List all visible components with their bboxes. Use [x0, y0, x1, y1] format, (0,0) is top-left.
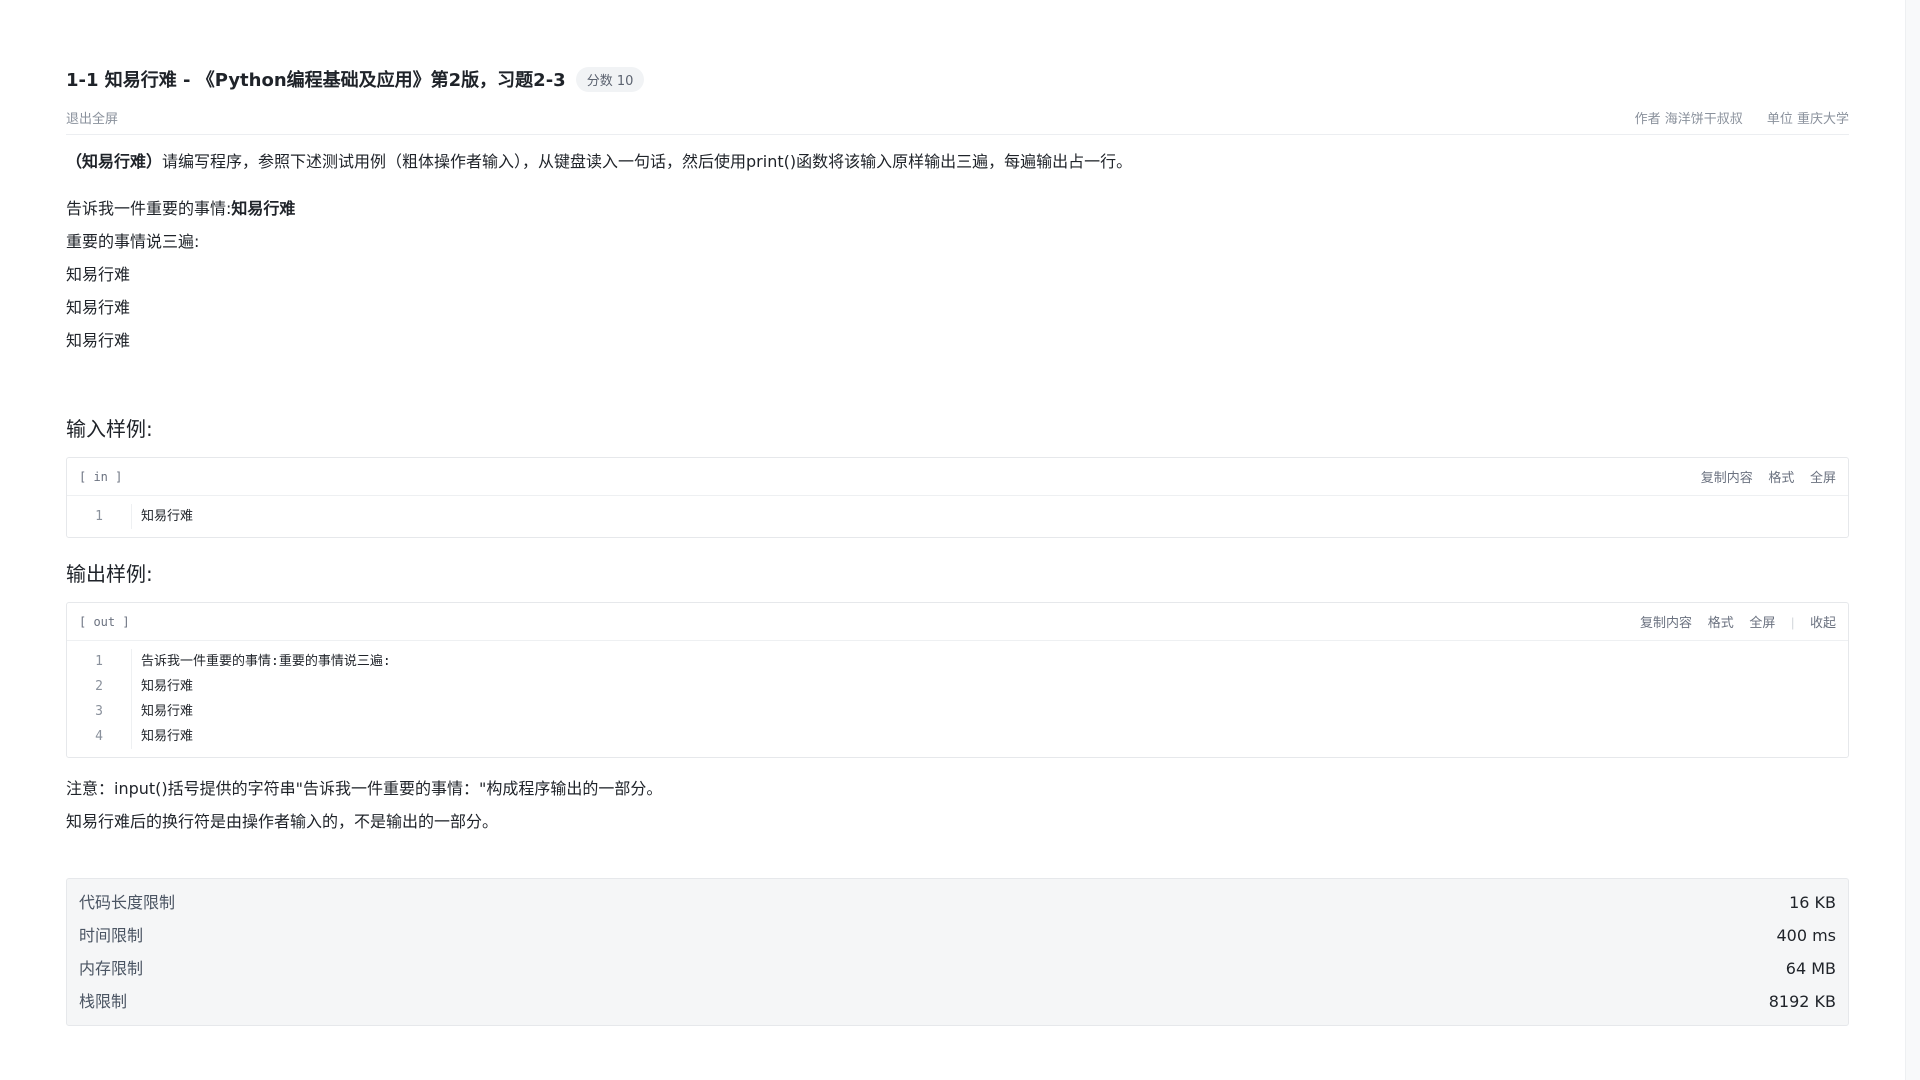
limit-label: 内存限制: [79, 959, 144, 978]
note-line: 知易行难后的换行符是由操作者输入的，不是输出的一部分。: [66, 812, 499, 831]
limit-label: 时间限制: [79, 926, 144, 945]
line-number: 1: [95, 509, 103, 524]
example-line: 告诉我一件重要的事情:知易行难: [66, 198, 1849, 231]
format-button[interactable]: 格式: [1768, 470, 1794, 485]
input-sample-body: 1 知易行难: [67, 496, 1848, 537]
limit-row: 内存限制 64 MB: [79, 952, 1836, 985]
output-sample-tag: [ out ]: [79, 614, 130, 629]
code-line: 知易行难: [141, 704, 194, 719]
input-sample-actions: 复制内容 格式 全屏: [1689, 467, 1836, 486]
line-number: 4: [95, 729, 103, 744]
limit-row: 时间限制 400 ms: [79, 919, 1836, 952]
line-number: 1: [95, 654, 103, 669]
output-sample-actions: 复制内容 格式 全屏 | 收起: [1628, 612, 1836, 631]
unit-info: 单位 重庆大学: [1766, 111, 1849, 127]
input-sample-header: [ in ] 复制内容 格式 全屏: [67, 458, 1848, 496]
code-lines: 知易行难: [132, 504, 193, 529]
limit-value: 16 KB: [1789, 893, 1836, 912]
copy-content-button[interactable]: 复制内容: [1701, 470, 1753, 485]
fullscreen-button[interactable]: 全屏: [1749, 615, 1775, 630]
author-info: 作者 海洋饼干叔叔: [1634, 111, 1743, 127]
input-sample-box: [ in ] 复制内容 格式 全屏 1 知易行难: [66, 457, 1849, 538]
output-sample-header: [ out ] 复制内容 格式 全屏 | 收起: [67, 603, 1848, 641]
example-user-input: 知易行难: [231, 199, 296, 218]
fullscreen-button[interactable]: 全屏: [1810, 470, 1836, 485]
line-number: 2: [95, 679, 103, 694]
code-line: 知易行难: [141, 509, 194, 524]
note-line: 注意：input()括号提供的字符串"告诉我一件重要的事情："构成程序输出的一部…: [66, 779, 663, 798]
input-sample-tag: [ in ]: [79, 469, 123, 484]
limits-panel: 代码长度限制 16 KB 时间限制 400 ms 内存限制 64 MB 栈限制 …: [66, 878, 1849, 1026]
exit-fullscreen-link[interactable]: 退出全屏: [66, 108, 118, 127]
example-line: 知易行难: [66, 298, 131, 317]
meta-row: 退出全屏 作者 海洋饼干叔叔 单位 重庆大学: [66, 104, 1849, 135]
output-sample-box: [ out ] 复制内容 格式 全屏 | 收起 1 2 3 4 告诉我一件重要的…: [66, 602, 1849, 758]
code-line: 知易行难: [141, 729, 194, 744]
line-number-gutter: 1: [67, 504, 132, 529]
meta-info: 作者 海洋饼干叔叔 单位 重庆大学: [1615, 108, 1849, 127]
limit-value: 400 ms: [1776, 926, 1836, 945]
code-line: 知易行难: [141, 679, 194, 694]
divider: |: [1790, 615, 1795, 630]
description-bold-prefix: （知易行难）: [66, 152, 163, 171]
example-line: 重要的事情说三遍:: [66, 232, 200, 251]
input-sample-heading: 输入样例:: [66, 417, 153, 441]
limit-row: 代码长度限制 16 KB: [79, 886, 1836, 919]
problem-content: 1-1 知易行难 - 《Python编程基础及应用》第2版，习题2-3 分数 1…: [66, 64, 1849, 1026]
format-button[interactable]: 格式: [1708, 615, 1734, 630]
title-row: 1-1 知易行难 - 《Python编程基础及应用》第2版，习题2-3 分数 1…: [66, 64, 1849, 94]
example-line: 知易行难: [66, 265, 131, 284]
limit-row: 栈限制 8192 KB: [79, 985, 1836, 1018]
limit-value: 64 MB: [1785, 959, 1836, 978]
vertical-scrollbar[interactable]: [1905, 0, 1920, 1080]
example-prompt: 告诉我一件重要的事情:: [66, 199, 232, 218]
example-run: 告诉我一件重要的事情:知易行难 重要的事情说三遍: 知易行难 知易行难 知易行难: [66, 198, 1849, 363]
limit-label: 代码长度限制: [79, 893, 176, 912]
collapse-button[interactable]: 收起: [1810, 615, 1836, 630]
description-text: 请编写程序，参照下述测试用例（粗体操作者输入），从键盘读入一句话，然后使用pri…: [162, 152, 1133, 171]
output-sample-heading: 输出样例:: [66, 562, 153, 586]
example-line: 知易行难: [66, 331, 131, 350]
limit-label: 栈限制: [79, 992, 128, 1011]
code-lines: 告诉我一件重要的事情:重要的事情说三遍: 知易行难 知易行难 知易行难: [132, 649, 391, 749]
notes: 注意：input()括号提供的字符串"告诉我一件重要的事情："构成程序输出的一部…: [66, 772, 1849, 838]
problem-description: （知易行难）请编写程序，参照下述测试用例（粗体操作者输入），从键盘读入一句话，然…: [66, 151, 1849, 173]
line-number-gutter: 1 2 3 4: [67, 649, 132, 749]
code-line: 告诉我一件重要的事情:重要的事情说三遍:: [141, 654, 391, 669]
limit-value: 8192 KB: [1768, 992, 1836, 1011]
line-number: 3: [95, 704, 103, 719]
problem-title: 1-1 知易行难 - 《Python编程基础及应用》第2版，习题2-3: [66, 70, 566, 91]
problem-page: 1-1 知易行难 - 《Python编程基础及应用》第2版，习题2-3 分数 1…: [0, 0, 1920, 1080]
output-sample-body: 1 2 3 4 告诉我一件重要的事情:重要的事情说三遍: 知易行难 知易行难 知…: [67, 641, 1848, 757]
score-badge: 分数 10: [575, 66, 645, 92]
copy-content-button[interactable]: 复制内容: [1640, 615, 1692, 630]
